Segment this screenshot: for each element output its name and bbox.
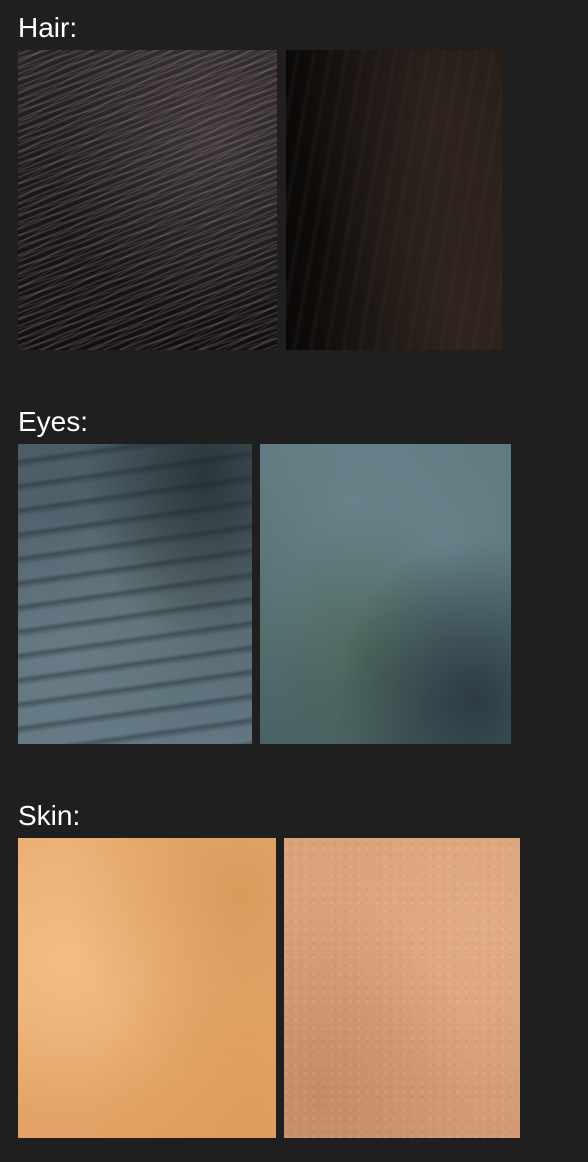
hair-swatch-2 (286, 50, 502, 350)
eyes-swatch-1 (18, 444, 252, 744)
skin-swatch-2 (284, 838, 520, 1138)
eyes-heading: Eyes: (18, 406, 89, 437)
hair-heading: Hair: (18, 12, 78, 43)
skin-swatch-1 (18, 838, 276, 1138)
hair-swatch-1 (18, 50, 277, 350)
skin-heading: Skin: (18, 800, 81, 831)
eyes-swatch-2 (260, 444, 511, 744)
